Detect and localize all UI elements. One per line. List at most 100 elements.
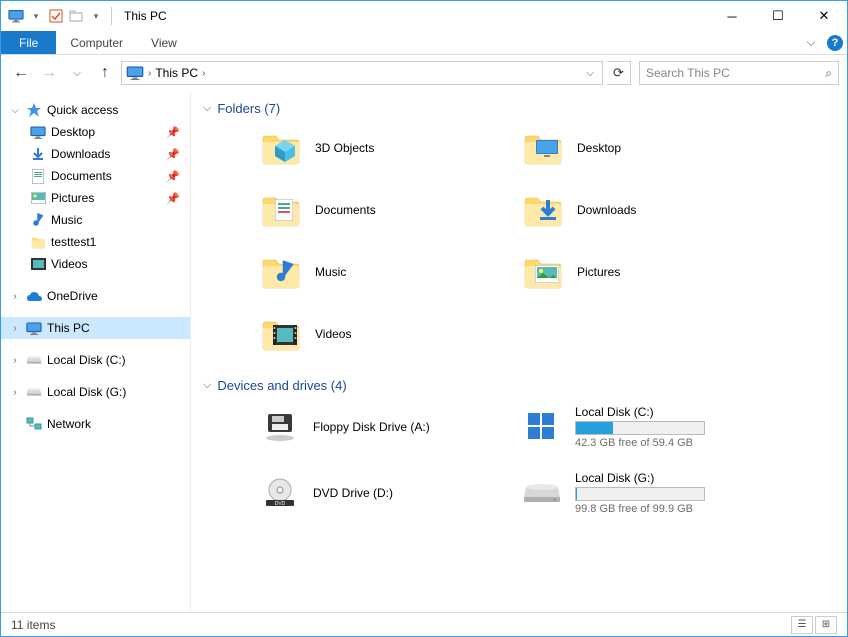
group-drives[interactable]: ⌵Devices and drives (4)	[203, 378, 835, 393]
refresh-button[interactable]: ⟳	[607, 61, 631, 85]
qat-dropdown-icon[interactable]: ▾	[27, 7, 45, 25]
item-count: 11 items	[11, 618, 55, 632]
breadcrumb[interactable]: This PC	[155, 66, 198, 80]
folder-icon	[259, 312, 303, 356]
view-tiles-button[interactable]: ⊞	[815, 616, 837, 634]
folder-tile[interactable]: Pictures	[521, 246, 771, 298]
content-pane: ⌵Folders (7) 3D Objects Desktop Documents D…	[191, 91, 847, 612]
folder-label: Downloads	[577, 203, 636, 217]
folder-label: 3D Objects	[315, 141, 374, 155]
maximize-button[interactable]: ☐	[755, 1, 801, 31]
pictures-icon	[29, 190, 47, 206]
minimize-button[interactable]: ─	[709, 1, 755, 31]
disk-icon	[25, 384, 43, 400]
ribbon: File Computer View ⌵ ?	[1, 31, 847, 55]
chevron-icon[interactable]: ›	[146, 68, 153, 79]
music-icon	[29, 212, 47, 228]
expand-icon[interactable]: ›	[9, 387, 21, 398]
qat-properties-icon[interactable]	[47, 7, 65, 25]
address-bar[interactable]: › This PC › ⌵	[121, 61, 603, 85]
network-icon	[25, 416, 43, 432]
sidebar-item-downloads[interactable]: Downloads📌	[1, 143, 190, 165]
sidebar-this-pc[interactable]: ›This PC	[1, 317, 190, 339]
collapse-icon[interactable]: ⌵	[9, 105, 21, 116]
chevron-icon[interactable]: ›	[200, 68, 207, 79]
folder-label: Videos	[315, 327, 351, 341]
pin-icon: 📌	[166, 126, 180, 139]
pc-icon	[126, 66, 144, 80]
folder-label: Pictures	[577, 265, 620, 279]
star-icon	[25, 102, 43, 118]
navbar: ← → ⌵ ↑ › This PC › ⌵ ⟳ Search This PC ⌕	[1, 55, 847, 91]
search-icon: ⌕	[825, 66, 832, 81]
expand-icon[interactable]: ›	[9, 323, 21, 334]
folder-tile[interactable]: Videos	[259, 308, 509, 360]
usage-bar	[575, 421, 705, 435]
folder-icon	[521, 188, 565, 232]
file-tab[interactable]: File	[1, 31, 56, 54]
sidebar-item-desktop[interactable]: Desktop📌	[1, 121, 190, 143]
qat-newfolder-icon[interactable]	[67, 7, 85, 25]
collapse-icon[interactable]: ⌵	[203, 379, 211, 392]
sidebar-network[interactable]: Network	[1, 413, 190, 435]
separator	[111, 7, 112, 25]
drive-label: Local Disk (C:)	[575, 405, 771, 419]
folder-label: Music	[315, 265, 346, 279]
recent-dropdown[interactable]: ⌵	[65, 61, 89, 85]
folder-label: Desktop	[577, 141, 621, 155]
app-icon	[7, 7, 25, 25]
sidebar-onedrive[interactable]: ›OneDrive	[1, 285, 190, 307]
titlebar: ▾ ▾ This PC ─ ☐ ✕	[1, 1, 847, 31]
address-dropdown-icon[interactable]: ⌵	[582, 68, 598, 79]
folder-tile[interactable]: Desktop	[521, 122, 771, 174]
search-placeholder: Search This PC	[646, 66, 730, 80]
pin-icon: 📌	[166, 170, 180, 183]
folder-icon	[521, 126, 565, 170]
folder-icon	[259, 126, 303, 170]
folder-icon	[29, 234, 47, 250]
folder-tile[interactable]: Music	[259, 246, 509, 298]
up-button[interactable]: ↑	[93, 61, 117, 85]
forward-button[interactable]: →	[37, 61, 61, 85]
sidebar-item-music[interactable]: Music	[1, 209, 190, 231]
drive-label: DVD Drive (D:)	[313, 486, 509, 500]
folder-tile[interactable]: Downloads	[521, 184, 771, 236]
search-input[interactable]: Search This PC ⌕	[639, 61, 839, 85]
pin-icon: 📌	[166, 192, 180, 205]
folder-icon	[259, 250, 303, 294]
drive-icon	[521, 472, 563, 514]
view-details-button[interactable]: ☰	[791, 616, 813, 634]
disk-icon	[25, 352, 43, 368]
drive-tile[interactable]: Local Disk (G:)99.8 GB free of 99.9 GB	[521, 465, 771, 521]
qat-dropdown2-icon[interactable]: ▾	[87, 7, 105, 25]
sidebar-item-pictures[interactable]: Pictures📌	[1, 187, 190, 209]
folder-tile[interactable]: 3D Objects	[259, 122, 509, 174]
group-folders[interactable]: ⌵Folders (7)	[203, 101, 835, 116]
sidebar-item-documents[interactable]: Documents📌	[1, 165, 190, 187]
sidebar-item-testtest1[interactable]: testtest1	[1, 231, 190, 253]
drive-tile[interactable]: Local Disk (C:) 42.3 GB free of 59.4 GB	[521, 399, 771, 455]
back-button[interactable]: ←	[9, 61, 33, 85]
drive-tile[interactable]: DVD DVD Drive (D:)	[259, 465, 509, 521]
tab-view[interactable]: View	[137, 31, 191, 54]
collapse-icon[interactable]: ⌵	[203, 102, 211, 115]
close-button[interactable]: ✕	[801, 1, 847, 31]
tab-computer[interactable]: Computer	[56, 31, 137, 54]
drive-free: 42.3 GB free of 59.4 GB	[575, 437, 771, 449]
drive-tile[interactable]: Floppy Disk Drive (A:)	[259, 399, 509, 455]
pc-icon	[25, 320, 43, 336]
drive-icon: DVD	[259, 472, 301, 514]
sidebar-local-g[interactable]: ›Local Disk (G:)	[1, 381, 190, 403]
drive-icon	[259, 406, 301, 448]
folder-tile[interactable]: Documents	[259, 184, 509, 236]
help-button[interactable]: ?	[823, 31, 847, 54]
drive-free: 99.8 GB free of 99.9 GB	[575, 503, 771, 515]
expand-icon[interactable]: ›	[9, 291, 21, 302]
sidebar-item-videos[interactable]: Videos	[1, 253, 190, 275]
expand-icon[interactable]: ›	[9, 355, 21, 366]
svg-text:DVD: DVD	[275, 501, 286, 507]
ribbon-collapse-icon[interactable]: ⌵	[799, 31, 823, 54]
sidebar-quick-access[interactable]: ⌵ Quick access	[1, 99, 190, 121]
sidebar-local-c[interactable]: ›Local Disk (C:)	[1, 349, 190, 371]
navigation-pane: ⌵ Quick access Desktop📌 Downloads📌 Docum…	[1, 91, 191, 612]
